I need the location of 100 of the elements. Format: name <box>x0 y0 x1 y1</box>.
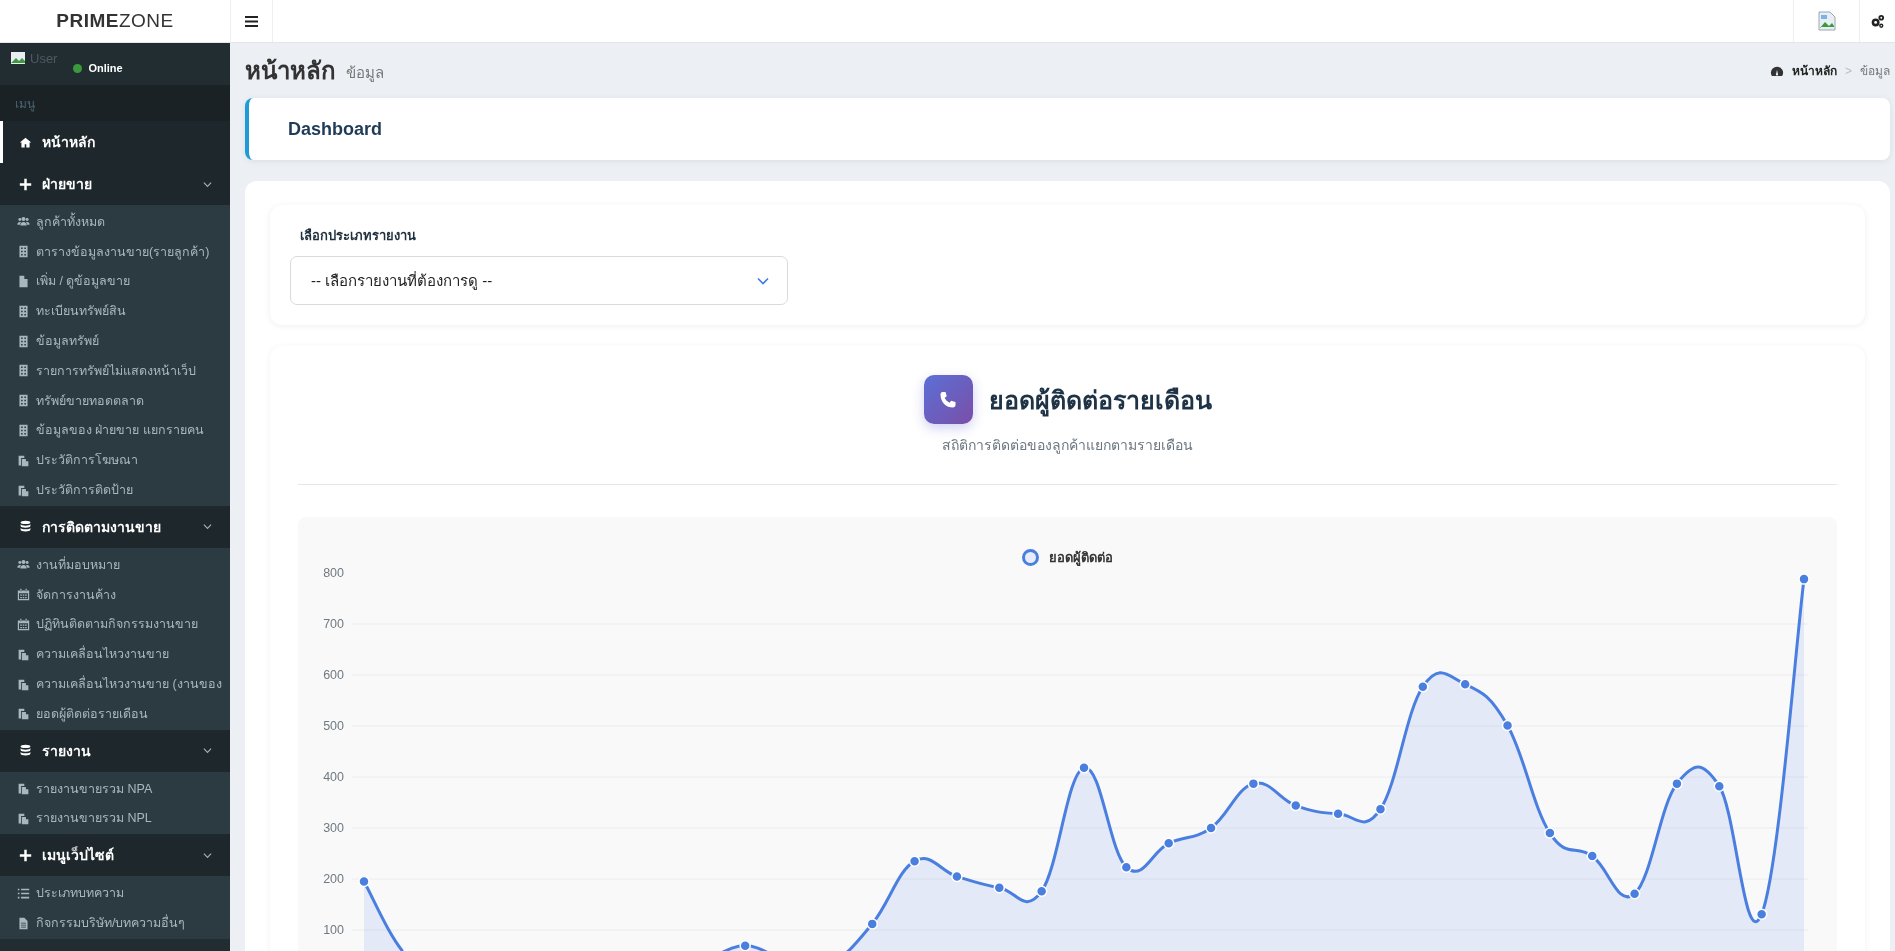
breadcrumb-link[interactable]: หน้าหลัก <box>1792 61 1837 80</box>
sidebar-menu-item[interactable]: การติดตามงานขาย <box>0 505 230 548</box>
chart-panel-title: ยอดผู้ติดต่อรายเดือน <box>988 379 1212 420</box>
chart-point <box>1374 803 1387 815</box>
sidebar-submenu-item[interactable]: ประเภทบทความ <box>0 878 230 909</box>
plus-icon <box>19 177 32 191</box>
chart-point <box>1035 885 1048 897</box>
sidebar-submenu-item[interactable]: ข้อมูลทรัพย์ <box>0 326 230 356</box>
sidebar-submenu-item[interactable]: ความเคลื่อนไหวงานขาย (งานของ <box>0 669 230 699</box>
sidebar-submenu-item[interactable]: ลูกค้าทั้งหมด <box>0 207 230 237</box>
y-axis-label: 200 <box>323 872 344 886</box>
y-axis-label: 800 <box>323 566 344 580</box>
chart-point <box>1162 837 1175 850</box>
breadcrumb-current: ข้อมูล <box>1860 63 1890 80</box>
sidebar-submenu-item[interactable]: ประวัติการโฆษณา <box>0 445 230 476</box>
broken-image-icon <box>1817 11 1836 31</box>
chart-point <box>1586 850 1598 862</box>
dashboard-card-title: Dashboard <box>245 98 1890 160</box>
broken-image-icon <box>10 51 26 65</box>
sidebar-submenu-item[interactable]: งานที่มอบหมาย <box>0 549 230 580</box>
y-axis-label: 500 <box>323 719 344 733</box>
legend-label: ยอดผู้ติดต่อ <box>1049 548 1113 568</box>
users-icon <box>17 215 30 229</box>
sidebar-submenu-item[interactable]: ยอดผู้ติดต่อรายเดือน <box>0 698 230 729</box>
y-axis-label: 300 <box>323 821 344 835</box>
copy-icon <box>17 811 30 825</box>
chart-point <box>1798 573 1810 585</box>
database-icon <box>19 744 32 758</box>
chart-point <box>1671 777 1683 790</box>
sidebar-submenu-item[interactable]: รายการทรัพย์ไม่แสดงหน้าเว็ป <box>0 356 230 386</box>
user-status: Online <box>88 62 123 74</box>
phone-badge-icon <box>923 375 973 424</box>
sidebar-submenu-item[interactable]: รายงานขายรวม NPL <box>0 803 230 834</box>
list-icon <box>17 886 30 900</box>
y-axis-label: 600 <box>323 668 344 682</box>
chevron-icon <box>203 746 212 756</box>
chevron-icon <box>203 179 212 189</box>
chart-point <box>1459 678 1471 690</box>
sidebar-submenu-item[interactable]: จัดการงานค้าง <box>0 579 230 610</box>
chart-point <box>1628 888 1641 900</box>
chart-point <box>951 870 963 883</box>
building-icon <box>17 334 30 348</box>
report-type-label: เลือกประเภทรายงาน <box>300 227 417 245</box>
sidebar-submenu-item[interactable]: รายงานขายรวม NPA <box>0 773 230 804</box>
y-axis-label: 700 <box>323 617 344 631</box>
y-axis-label: 400 <box>323 770 344 784</box>
copy-icon <box>17 677 30 691</box>
chevron-icon <box>203 522 212 532</box>
sidebar-submenu-item[interactable]: เพิ่ม / ดูข้อมูลขาย <box>0 266 230 297</box>
page-subtitle: ข้อมูล <box>346 62 384 84</box>
sidebar-submenu-item[interactable]: ความเคลื่อนไหวงานขาย <box>0 639 230 670</box>
chart-point <box>358 875 370 888</box>
sidebar-submenu-item[interactable]: ประวัติการติดป้าย <box>0 475 230 505</box>
chart-point <box>1205 822 1217 834</box>
settings-icon <box>1870 13 1885 29</box>
menu-section-header: เมนู <box>0 85 230 121</box>
dashboard-icon <box>1770 64 1784 77</box>
chevron-icon <box>203 850 212 860</box>
home-icon <box>19 135 32 149</box>
chart-point <box>1417 681 1429 693</box>
sidebar-submenu-item[interactable]: ทรัพย์ขายทอดตลาด <box>0 385 230 416</box>
chart-point <box>1544 827 1556 839</box>
copy-icon <box>17 647 30 661</box>
building-icon <box>17 304 30 318</box>
sidebar-submenu-item[interactable]: ข้อมูลของ ฝ่ายขาย แยกรายคน <box>0 415 230 446</box>
page-title: หน้าหลัก <box>245 56 336 86</box>
sidebar-submenu-item[interactable]: ตารางข้อมูลงานขาย(รายลูกค้า) <box>0 236 230 267</box>
sidebar-menu-item[interactable]: เมนูเว็ปไซต์ <box>0 834 230 877</box>
chart-point <box>866 918 878 930</box>
sidebar-submenu-item[interactable]: ปฏิทินติดตามกิจกรรมงานขาย <box>0 609 230 640</box>
copy-icon <box>17 453 30 467</box>
database-icon <box>19 520 32 534</box>
report-select[interactable]: -- เลือกรายงานที่ต้องการดู -- <box>290 256 788 305</box>
online-status-dot <box>73 63 83 73</box>
sidebar-submenu-item[interactable]: ทะเบียนทรัพย์สิน <box>0 296 230 327</box>
sidebar-menu-item[interactable]: รายงาน <box>0 729 230 772</box>
breadcrumb-separator: > <box>1845 63 1852 78</box>
copy-icon <box>17 707 30 721</box>
chart-panel-subtitle: สถิติการติดต่อของลูกค้าแยกตามรายเดือน <box>941 436 1194 456</box>
chart-point <box>1247 777 1260 790</box>
users-icon <box>17 558 30 572</box>
copy-icon <box>17 782 30 796</box>
chart-point <box>1290 799 1302 812</box>
chart-point <box>1755 908 1768 920</box>
chart-point <box>993 881 1006 894</box>
chevron-down-icon <box>757 276 769 285</box>
file-icon <box>17 275 30 288</box>
building-icon <box>17 394 30 408</box>
chart-point <box>1332 807 1344 820</box>
chart-point <box>1501 719 1514 732</box>
copy-icon <box>17 483 30 497</box>
sidebar-menu-item[interactable]: หน้าหลัก <box>0 121 230 163</box>
menu-icon <box>245 15 258 27</box>
sidebar-submenu-item[interactable]: กิจกรรมบริษัท/บทความอื่นๆ <box>0 908 230 938</box>
chart-point <box>1078 762 1090 774</box>
chart-point <box>908 855 921 867</box>
sidebar-menu-item[interactable]: ฝ่ายขาย <box>0 163 230 205</box>
calendar-icon <box>17 617 30 631</box>
chart-legend-item: ยอดผู้ติดต่อ <box>298 547 1837 567</box>
chart-point <box>1120 861 1133 873</box>
